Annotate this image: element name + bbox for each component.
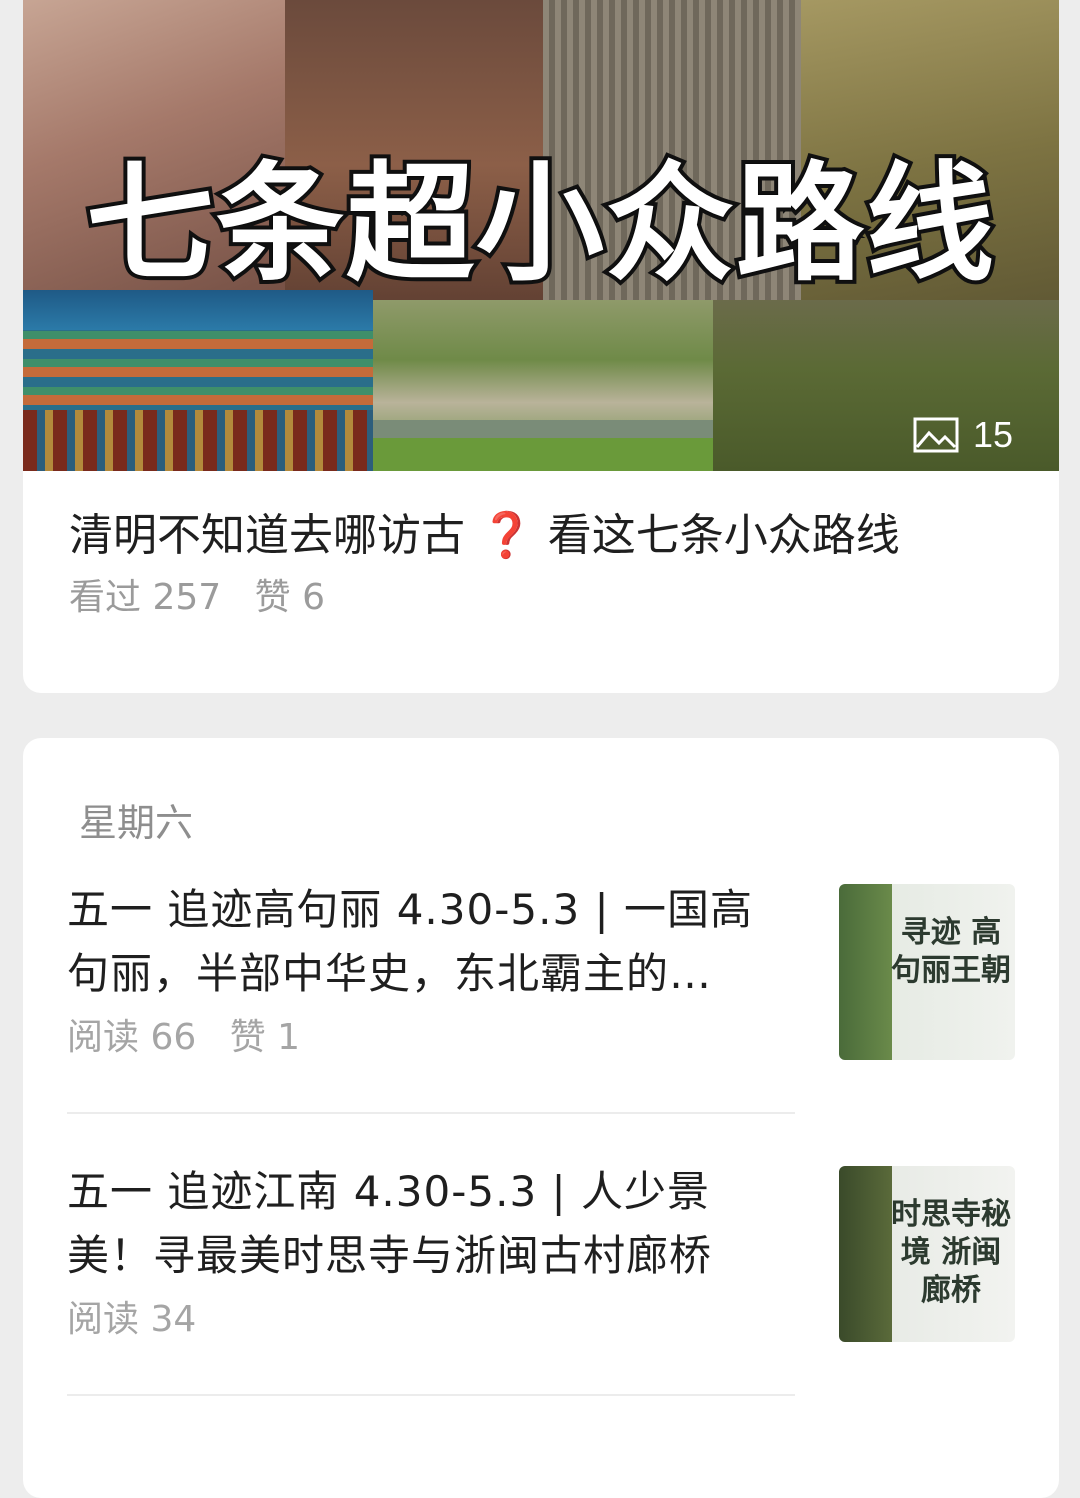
like-count: 赞 6 (254, 577, 325, 618)
article-list-card: 星期六 五一 追迹高句丽 4.30-5.3 | 一国高句丽，半部中华史，东北霸主… (23, 738, 1059, 1498)
title-text-after: 看这七条小众路线 (547, 510, 900, 561)
image-count: 15 (972, 414, 1013, 455)
cover-tile-temple-roof (23, 290, 373, 471)
list-item[interactable]: 五一 追迹高句丽 4.30-5.3 | 一国高句丽，半部中华史，东北霸主的… 阅… (67, 878, 1017, 1060)
list-item[interactable]: 五一 追迹江南 4.30-5.3 | 人少景美！寻最美时思寺与浙闽古村廊桥 阅读… (67, 1160, 1017, 1342)
cover-image[interactable]: 七条超小众路线 15 (23, 0, 1059, 471)
title-text-before: 清明不知道去哪访古 (69, 510, 465, 561)
list-item-title[interactable]: 五一 追迹江南 4.30-5.3 | 人少景美！寻最美时思寺与浙闽古村廊桥 (67, 1160, 787, 1288)
list-item-thumbnail[interactable]: 寻迹 高句丽王朝 (839, 884, 1015, 1060)
thumbnail-caption: 寻迹 高句丽王朝 (891, 915, 1011, 988)
divider (67, 1112, 795, 1114)
read-count: 阅读 34 (67, 1299, 197, 1340)
list-item-thumbnail[interactable]: 时思寺秘境 浙闽廊桥 (839, 1166, 1015, 1342)
image-count-badge: 15 (913, 414, 1013, 456)
list-item-title[interactable]: 五一 追迹高句丽 4.30-5.3 | 一国高句丽，半部中华史，东北霸主的… (67, 878, 787, 1006)
cover-tile-valley (373, 300, 713, 471)
view-count: 看过 257 (69, 577, 222, 618)
divider (67, 1394, 795, 1396)
valley-wall (373, 420, 713, 438)
day-label: 星期六 (79, 801, 194, 845)
like-count: 赞 1 (229, 1017, 301, 1058)
featured-article-card[interactable]: 七条超小众路线 15 清明不知道去哪访古 ❓ 看这七条小众路线 看过 257 赞… (23, 0, 1059, 693)
valley-grass (373, 438, 713, 471)
roof-base (23, 410, 373, 471)
image-icon (913, 417, 959, 453)
featured-article-title[interactable]: 清明不知道去哪访古 ❓ 看这七条小众路线 (69, 508, 1019, 564)
cover-title: 七条超小众路线 (82, 146, 998, 303)
featured-stats: 看过 257 赞 6 (69, 576, 347, 620)
read-count: 阅读 66 (67, 1017, 197, 1058)
question-mark-icon: ❓ (479, 510, 534, 561)
thumbnail-caption: 时思寺秘境 浙闽廊桥 (891, 1197, 1011, 1308)
